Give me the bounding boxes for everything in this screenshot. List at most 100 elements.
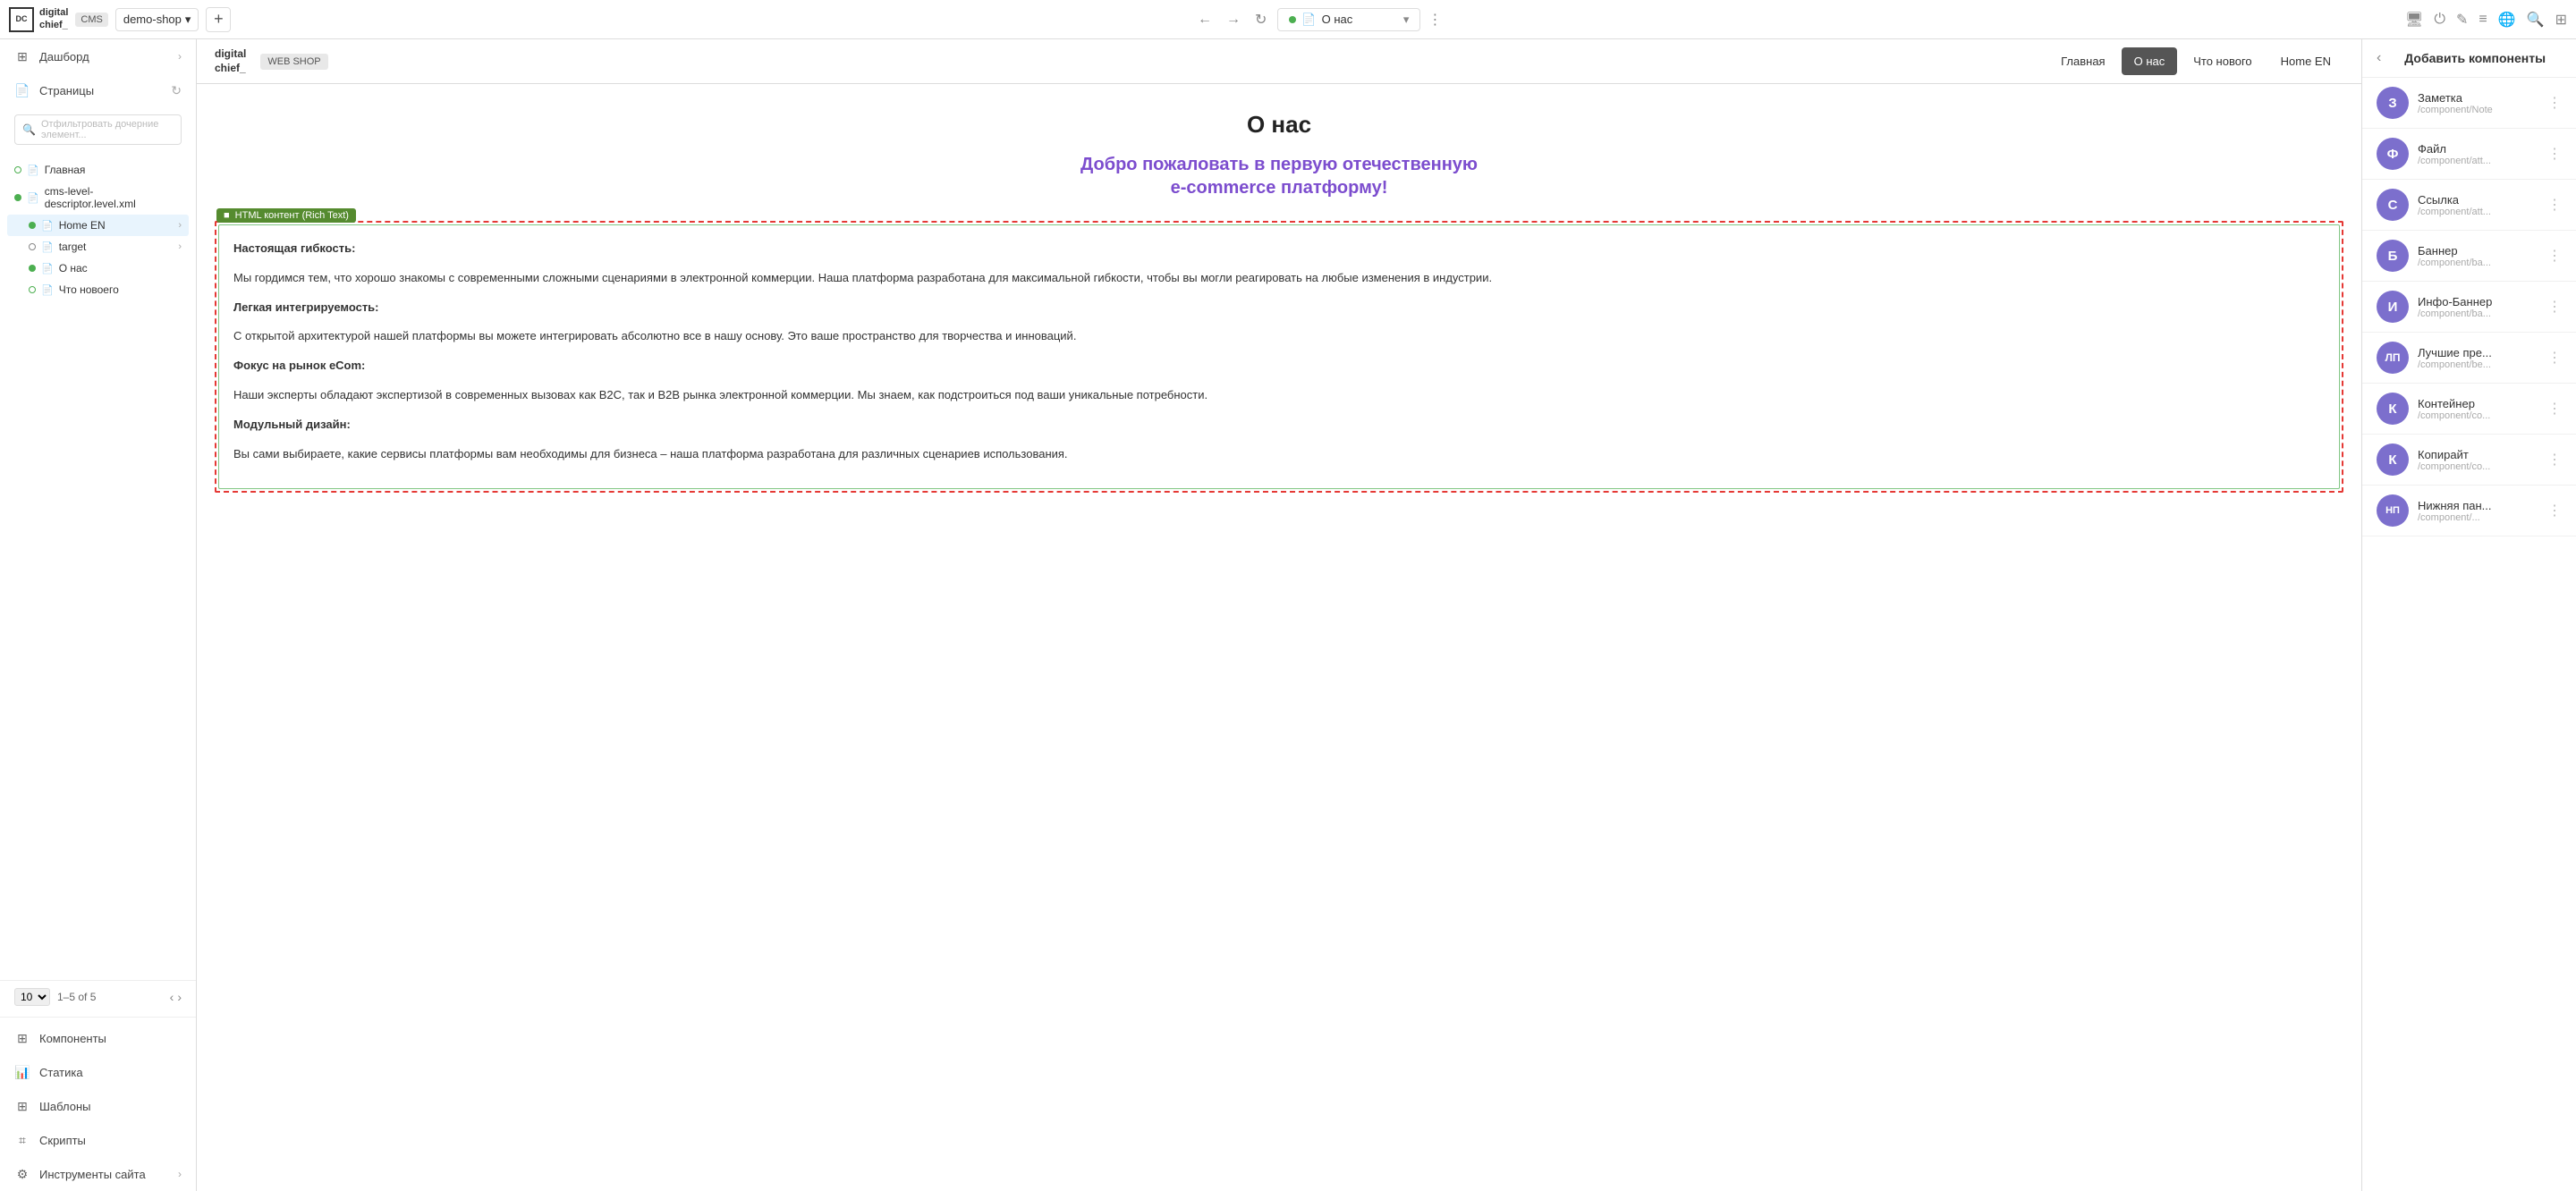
block-2-text: Наши эксперты обладают экспертизой в сов…: [233, 386, 2325, 405]
luchshie-pre-name: Лучшие пре...: [2418, 346, 2538, 359]
forward-icon[interactable]: →: [1223, 8, 1244, 31]
url-bar-chevron-icon: ▾: [1403, 13, 1410, 27]
sidebar-item-statika[interactable]: 📊 Статика: [0, 1055, 196, 1089]
per-page-select[interactable]: 10 25 50: [14, 988, 50, 1006]
filter-placeholder-text: Отфильтровать дочерние элемент...: [41, 119, 174, 140]
component-item-zametka[interactable]: З Заметка /component/Note ⋮: [2362, 78, 2576, 129]
component-item-banner[interactable]: Б Баннер /component/ba... ⋮: [2362, 231, 2576, 282]
info-banner-more-icon[interactable]: ⋮: [2547, 298, 2562, 316]
more-options-icon[interactable]: ⋮: [1428, 11, 1442, 29]
nizhnyaya-pan-more-icon[interactable]: ⋮: [2547, 502, 2562, 519]
pagination-arrows: ‹ ›: [170, 990, 182, 1004]
sidebar-item-skripty[interactable]: ⌗ Скрипты: [0, 1123, 196, 1157]
kopirayt-more-icon[interactable]: ⋮: [2547, 451, 2562, 469]
sidebar-item-instrumenty[interactable]: ⚙ Инструменты сайта ›: [0, 1157, 196, 1191]
tree-item-glavnaya[interactable]: 📄 Главная: [7, 159, 189, 181]
monitor-icon[interactable]: 🖥: [2405, 11, 2423, 29]
back-icon[interactable]: ←: [1194, 8, 1216, 31]
info-banner-avatar: И: [2377, 291, 2409, 323]
sidebar-item-shablony[interactable]: ⊞ Шаблоны: [0, 1089, 196, 1123]
page-url-bar[interactable]: 📄 О нас ▾: [1277, 8, 1420, 31]
browser-nav: ← → ↻ 📄 О нас ▾ ⋮: [238, 7, 2398, 32]
zametka-more-icon[interactable]: ⋮: [2547, 94, 2562, 112]
luchshie-pre-more-icon[interactable]: ⋮: [2547, 349, 2562, 367]
right-sidebar: ‹ Добавить компоненты З Заметка /compone…: [2361, 39, 2576, 1191]
component-item-ssylka[interactable]: С Ссылка /component/att... ⋮: [2362, 180, 2576, 231]
info-banner-info: Инфо-Баннер /component/ba...: [2418, 295, 2538, 319]
logo: DC digitalchief_: [9, 7, 68, 32]
component-tag-icon: ■: [224, 210, 230, 221]
sidebar-label-skripty: Скрипты: [39, 1134, 182, 1147]
ssylka-path: /component/att...: [2418, 207, 2538, 217]
tree-item-target[interactable]: 📄 target ›: [7, 236, 189, 258]
pages-icon: 📄: [14, 82, 30, 98]
shop-selector[interactable]: demo-shop ▾: [115, 8, 199, 31]
subtitle-line2: e-commerce платформу!: [215, 176, 2343, 199]
tree-item-home-en[interactable]: 📄 Home EN ›: [7, 215, 189, 236]
info-banner-path: /component/ba...: [2418, 308, 2538, 319]
o-nas-green-dot-icon: [29, 265, 36, 272]
content-block-0: Настоящая гибкость: Мы гордимся тем, что…: [233, 240, 2325, 288]
banner-avatar: Б: [2377, 240, 2409, 272]
nav-link-chto-novogo[interactable]: Что нового: [2181, 47, 2264, 75]
pages-refresh-icon[interactable]: ↻: [171, 83, 182, 98]
component-list: З Заметка /component/Note ⋮ Ф Файл /comp…: [2362, 78, 2576, 1191]
block-0-text: Мы гордимся тем, что хорошо знакомы с со…: [233, 269, 2325, 288]
tree-label-chto-novogo: Что новоего: [59, 283, 182, 296]
prev-page-icon[interactable]: ‹: [170, 990, 174, 1004]
component-tag[interactable]: ■ HTML контент (Rich Text): [216, 208, 356, 223]
edit-dot-icon: [14, 166, 21, 173]
menu-icon[interactable]: ≡: [2479, 12, 2487, 28]
globe-icon[interactable]: 🌐: [2498, 11, 2516, 29]
tree-item-cms-descriptor[interactable]: 📄 cms-level-descriptor.level.xml: [7, 181, 189, 215]
nav-link-home-en[interactable]: Home EN: [2268, 47, 2343, 75]
fayl-more-icon[interactable]: ⋮: [2547, 145, 2562, 163]
component-item-kopirayt[interactable]: К Копирайт /component/co... ⋮: [2362, 435, 2576, 486]
power-icon[interactable]: ⏻: [2434, 12, 2445, 28]
add-button[interactable]: +: [206, 7, 231, 32]
logo-box: DC: [9, 7, 34, 32]
component-item-info-banner[interactable]: И Инфо-Баннер /component/ba... ⋮: [2362, 282, 2576, 333]
right-sidebar-header: ‹ Добавить компоненты: [2362, 39, 2576, 78]
component-item-konteyner[interactable]: К Контейнер /component/co... ⋮: [2362, 384, 2576, 435]
next-page-icon[interactable]: ›: [177, 990, 182, 1004]
sidebar-label-statika: Статика: [39, 1066, 182, 1079]
nav-link-glavnaya[interactable]: Главная: [2048, 47, 2117, 75]
banner-more-icon[interactable]: ⋮: [2547, 247, 2562, 265]
block-2-heading: Фокус на рынок eCom:: [233, 357, 2325, 376]
preview-nav-links: Главная О нас Что нового Home EN: [2048, 47, 2343, 75]
zametka-info: Заметка /component/Note: [2418, 91, 2538, 115]
top-bar: DC digitalchief_ CMS demo-shop ▾ + ← → ↻…: [0, 0, 2576, 39]
preview-logo-line2: chief_: [215, 62, 246, 76]
sidebar-item-dashboard[interactable]: ⊞ Дашборд ›: [0, 39, 196, 73]
sidebar-label-instrumenty: Инструменты сайта: [39, 1168, 169, 1181]
sidebar-item-components[interactable]: ⊞ Компоненты: [0, 1021, 196, 1055]
home-en-green-dot-icon: [29, 222, 36, 229]
back-button[interactable]: ‹: [2377, 50, 2381, 66]
tree-item-o-nas[interactable]: 📄 О нас: [7, 258, 189, 279]
search-icon[interactable]: 🔍: [2527, 11, 2545, 29]
component-item-fayl[interactable]: Ф Файл /component/att... ⋮: [2362, 129, 2576, 180]
refresh-icon[interactable]: ↻: [1251, 7, 1270, 32]
grid-icon[interactable]: ⊞: [2555, 11, 2567, 29]
konteyner-more-icon[interactable]: ⋮: [2547, 400, 2562, 418]
sidebar-item-pages[interactable]: 📄 Страницы ↻: [0, 73, 196, 107]
block-3-heading: Модульный дизайн:: [233, 416, 2325, 435]
home-en-doc-icon: 📄: [41, 220, 54, 232]
tree-label-cms-descriptor: cms-level-descriptor.level.xml: [45, 185, 182, 210]
home-en-arrow-icon: ›: [178, 220, 182, 231]
sidebar-label-dashboard: Дашборд: [39, 50, 169, 63]
component-item-nizhnyaya-pan[interactable]: НП Нижняя пан... /component/... ⋮: [2362, 486, 2576, 536]
pages-section: 🔍 Отфильтровать дочерние элемент...: [0, 107, 196, 159]
edit-icon[interactable]: ✎: [2456, 11, 2468, 29]
ssylka-name: Ссылка: [2418, 193, 2538, 207]
component-item-luchshie-pre[interactable]: ЛП Лучшие пре... /component/be... ⋮: [2362, 333, 2576, 384]
nizhnyaya-pan-path: /component/...: [2418, 512, 2538, 523]
pagination: 10 25 50 1–5 of 5 ‹ ›: [0, 980, 196, 1013]
nav-link-o-nas[interactable]: О нас: [2122, 47, 2178, 75]
tree-item-chto-novogo[interactable]: 📄 Что новоего: [7, 279, 189, 300]
ssylka-more-icon[interactable]: ⋮: [2547, 196, 2562, 214]
banner-name: Баннер: [2418, 244, 2538, 258]
filter-input-wrapper[interactable]: 🔍 Отфильтровать дочерние элемент...: [14, 114, 182, 145]
preview-logo-line1: digital: [215, 47, 246, 62]
